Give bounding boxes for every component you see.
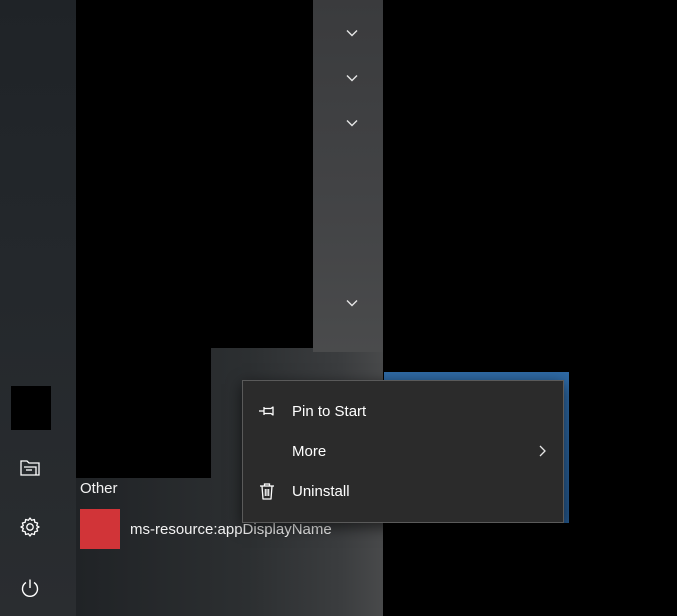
app-icon: [80, 509, 120, 549]
chevron-down-icon[interactable]: [344, 115, 360, 131]
chevron-down-icon[interactable]: [344, 25, 360, 41]
redacted-block: [76, 348, 211, 478]
context-menu: Pin to Start More Uninstall: [242, 380, 564, 523]
menu-item-more[interactable]: More: [243, 431, 563, 471]
power-icon[interactable]: [19, 577, 41, 599]
redacted-panel: [76, 0, 313, 348]
trash-icon: [257, 481, 277, 501]
pin-icon: [257, 401, 277, 421]
menu-item-uninstall[interactable]: Uninstall: [243, 471, 563, 511]
chevron-down-icon[interactable]: [344, 70, 360, 86]
group-header: Other: [80, 480, 118, 497]
account-avatar[interactable]: [11, 386, 51, 430]
menu-item-label: More: [292, 442, 327, 460]
menu-item-pin-to-start[interactable]: Pin to Start: [243, 391, 563, 431]
chevron-right-icon: [535, 444, 549, 458]
menu-item-label: Uninstall: [292, 482, 350, 500]
app-label: ms-resource:appDisplayName: [130, 520, 332, 538]
tiles-area-bottom: [388, 523, 677, 616]
menu-item-label: Pin to Start: [292, 402, 367, 420]
chevron-down-icon[interactable]: [344, 295, 360, 311]
gear-icon[interactable]: [19, 516, 41, 538]
documents-icon[interactable]: [19, 456, 41, 478]
